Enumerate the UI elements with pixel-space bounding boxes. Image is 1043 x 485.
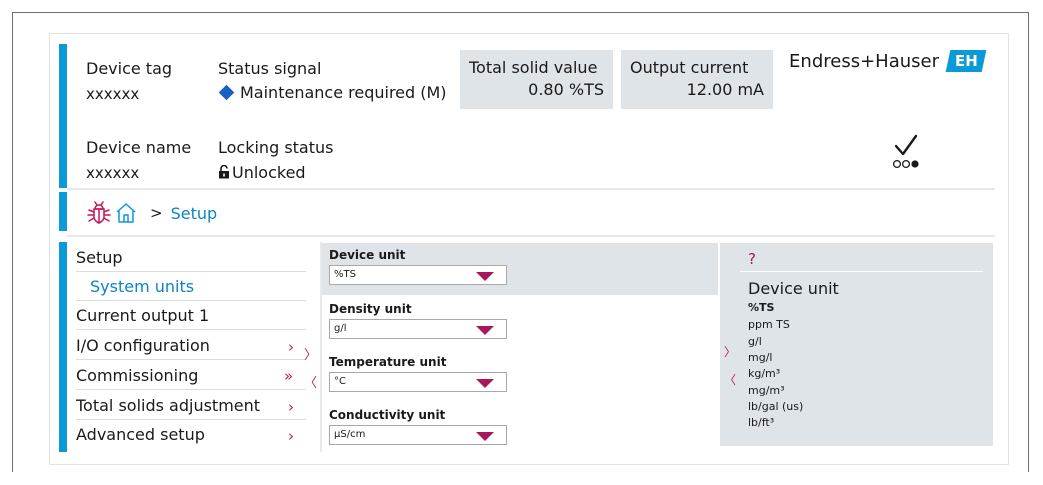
total-solid-label: Total solid value xyxy=(469,58,598,77)
status-signal-label: Status signal xyxy=(218,59,322,78)
help-option: mg/m³ xyxy=(748,384,785,397)
header-accent-bar xyxy=(59,44,67,188)
menu-item-system-units[interactable]: System units xyxy=(90,277,320,296)
menu-item-total-solids-adjustment[interactable]: Total solids adjustment xyxy=(76,396,306,415)
density-unit-label: Density unit xyxy=(329,302,412,316)
chevron-right-icon: › xyxy=(288,398,294,416)
conductivity-unit-field: Conductivity unit µS/cm xyxy=(322,399,718,451)
help-scroll-left-icon[interactable]: 〈 xyxy=(724,371,736,388)
device-unit-field: Device unit %TS xyxy=(322,243,718,295)
temperature-unit-label: Temperature unit xyxy=(329,355,447,369)
output-current-label: Output current xyxy=(630,58,749,77)
dropdown-arrow-icon xyxy=(476,379,494,388)
device-unit-value: %TS xyxy=(334,269,356,280)
temperature-unit-field: Temperature unit °C xyxy=(322,347,718,399)
unlocked-padlock-icon xyxy=(218,164,230,179)
help-option: ppm TS xyxy=(748,318,790,331)
menu-item-setup[interactable]: Setup xyxy=(76,248,306,267)
locking-status: Unlocked xyxy=(218,163,306,182)
status-signal-value: Maintenance required (M) xyxy=(240,83,447,102)
header-divider xyxy=(67,188,995,190)
breadcrumb-separator: > xyxy=(150,204,163,222)
chevron-right-icon: › xyxy=(288,427,294,445)
brand-logo: Endress+Hauser EH xyxy=(789,50,987,72)
device-tag-label: Device tag xyxy=(86,59,173,78)
help-option: mg/l xyxy=(748,351,773,364)
breadcrumb: > Setup xyxy=(86,200,217,226)
output-current-box: Output current 12.00 mA xyxy=(621,50,773,109)
menu-separator xyxy=(76,359,306,360)
help-panel: ? Device unit %TS ppm TS g/l mg/l kg/m³ … xyxy=(720,243,993,446)
help-option: lb/gal (us) xyxy=(748,400,804,413)
locking-status-label: Locking status xyxy=(218,138,334,157)
breadcrumb-accent-bar xyxy=(59,192,67,231)
breadcrumb-divider xyxy=(67,235,995,237)
density-unit-select[interactable]: g/l xyxy=(329,319,507,339)
menu-item-commissioning[interactable]: Commissioning xyxy=(76,366,306,385)
home-icon[interactable] xyxy=(114,201,138,225)
output-current-value: 12.00 mA xyxy=(686,80,764,99)
temperature-unit-select[interactable]: °C xyxy=(329,372,507,392)
menu-accent-bar xyxy=(59,242,67,452)
dropdown-arrow-icon xyxy=(476,272,494,281)
conductivity-unit-select[interactable]: µS/cm xyxy=(329,425,507,445)
help-option: lb/ft³ xyxy=(748,416,775,429)
menu-item-advanced-setup[interactable]: Advanced setup xyxy=(76,425,306,444)
conductivity-unit-value: µS/cm xyxy=(334,429,366,440)
help-scroll-right-icon[interactable]: 〉 xyxy=(724,343,736,360)
help-question-icon[interactable]: ? xyxy=(748,250,756,268)
device-name-value: xxxxxx xyxy=(86,164,140,182)
write-access-status-icon xyxy=(890,130,930,174)
dropdown-arrow-icon xyxy=(476,432,494,441)
panel-expand-right-icon[interactable]: 〉 xyxy=(304,344,317,363)
help-title: Device unit xyxy=(748,279,839,298)
help-option: kg/m³ xyxy=(748,367,781,380)
menu-item-current-output-1[interactable]: Current output 1 xyxy=(76,306,306,325)
help-option: %TS xyxy=(748,301,775,314)
menu-separator xyxy=(76,419,306,420)
bug-icon[interactable] xyxy=(86,201,112,225)
menu-separator xyxy=(76,271,306,272)
help-separator xyxy=(740,271,983,272)
brand-name: Endress+Hauser xyxy=(789,50,939,72)
density-unit-value: g/l xyxy=(334,323,347,334)
panel-collapse-left-icon[interactable]: 〈 xyxy=(304,372,317,391)
device-unit-label: Device unit xyxy=(329,248,406,262)
maintenance-diamond-icon xyxy=(218,84,235,101)
brand-mark: EH xyxy=(945,50,987,72)
device-unit-select[interactable]: %TS xyxy=(329,265,507,285)
conductivity-unit-label: Conductivity unit xyxy=(329,408,446,422)
dropdown-arrow-icon xyxy=(476,326,494,335)
help-option: g/l xyxy=(748,335,762,348)
total-solid-value: 0.80 %TS xyxy=(528,80,604,99)
breadcrumb-current[interactable]: Setup xyxy=(171,204,218,223)
temperature-unit-value: °C xyxy=(334,376,346,387)
menu-separator xyxy=(76,389,306,390)
device-name-label: Device name xyxy=(86,138,192,157)
total-solid-box: Total solid value 0.80 %TS xyxy=(460,50,613,109)
double-chevron-right-icon: » xyxy=(284,367,294,385)
menu-separator xyxy=(76,300,306,301)
locking-status-value: Unlocked xyxy=(232,163,306,182)
device-display-panel: Device tag xxxxxx Status signal Maintena… xyxy=(49,33,1009,465)
status-signal[interactable]: Maintenance required (M) xyxy=(218,83,447,102)
menu-separator xyxy=(76,329,306,330)
density-unit-field: Density unit g/l xyxy=(322,295,718,347)
menu-item-io-configuration[interactable]: I/O configuration xyxy=(76,336,306,355)
chevron-right-icon: › xyxy=(288,338,294,356)
device-tag-value: xxxxxx xyxy=(86,85,140,103)
